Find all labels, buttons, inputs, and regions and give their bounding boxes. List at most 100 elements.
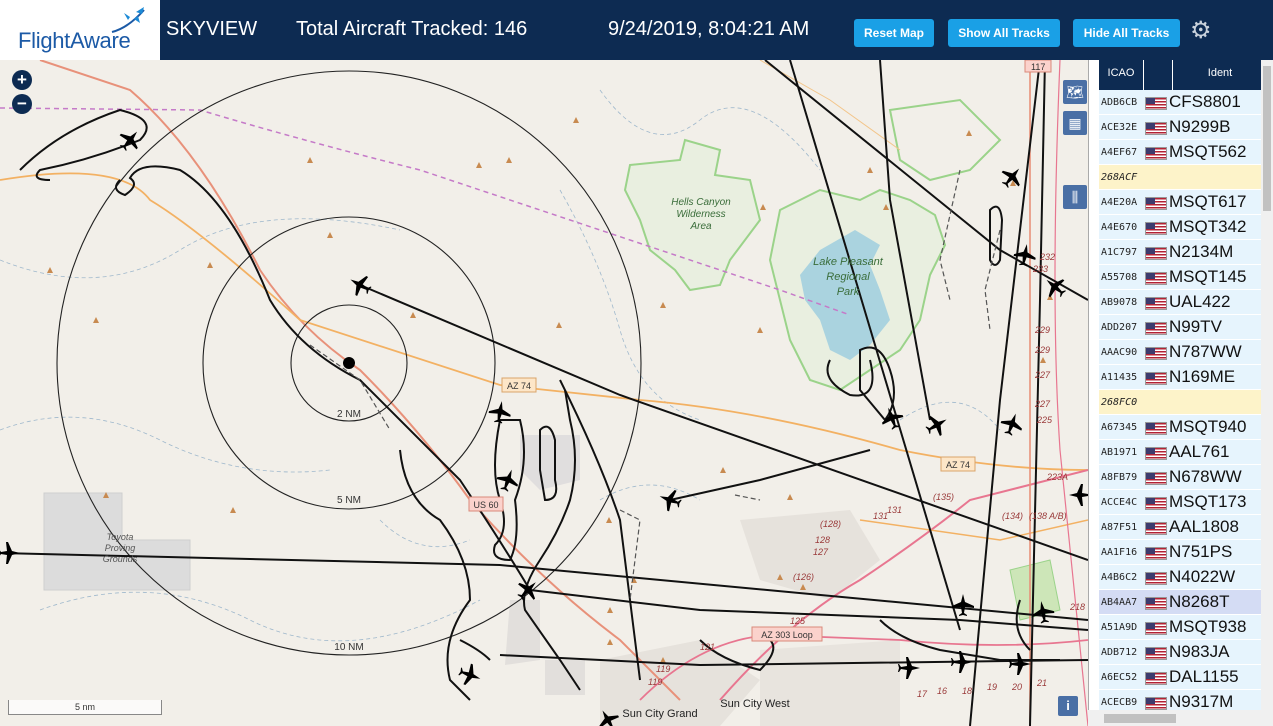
table-row[interactable]: AAAC90 N787WW [1099,340,1267,365]
us-flag-icon [1145,597,1167,610]
us-flag-icon [1145,447,1167,460]
settings-gear-icon[interactable]: ⚙ [1190,16,1212,45]
icao-cell: ADB712 [1101,647,1138,658]
lake-pleasant-label-1: Lake Pleasant [813,256,884,268]
ident-cell: MSQT145 [1169,267,1247,286]
table-row[interactable]: A4B6C2 N4022W [1099,565,1267,590]
table-row[interactable]: AB4AA7 N8268T [1099,590,1267,615]
icao-cell: ADB6CB [1101,97,1138,108]
info-button[interactable]: i [1058,696,1078,716]
exit-label: 227 [1034,399,1051,409]
table-row[interactable]: ADB6CB CFS8801 [1099,90,1267,115]
ident-cell: DAL1155 [1169,667,1239,686]
az74-shield-label-2: AZ 74 [946,460,970,470]
aircraft-table-panel[interactable]: ICAO Ident ADB6CB CFS8801 ACE32E N9299B A4EF… [1088,60,1273,726]
sun-city-west-label: Sun City West [720,698,790,710]
table-row[interactable]: 268FC0 [1099,390,1267,415]
table-header: ICAO Ident [1099,60,1267,90]
map-canvas[interactable]: 2 NM 5 NM 10 NM Hells Canyon Wilderness … [0,60,1088,726]
table-horizontal-scrollbar-thumb[interactable] [1104,714,1176,723]
reset-map-button[interactable]: Reset Map [854,19,934,47]
table-row[interactable]: A11435 N169ME [1099,365,1267,390]
icao-cell: A6EC52 [1101,672,1138,683]
icao-cell: AA1F16 [1101,547,1138,558]
exit-label: 18 [962,686,972,696]
ident-cell: AAL761 [1169,442,1230,461]
us-flag-icon [1145,572,1167,585]
exit-label: (128) [820,519,841,529]
ident-column-header[interactable]: Ident [1173,60,1267,90]
highway-shield-label: 117 [1031,62,1045,72]
us-flag-icon [1145,147,1167,160]
ident-cell: N751PS [1169,542,1233,561]
icao-cell: A51A9D [1101,622,1138,633]
flightaware-logo[interactable]: FlightAware [0,0,160,60]
exit-label: 229 [1034,345,1050,355]
sun-city-grand-label: Sun City Grand [622,708,697,720]
table-row[interactable]: A51A9D MSQT938 [1099,615,1267,640]
icao-cell: ACE32E [1101,122,1138,133]
hide-all-tracks-button[interactable]: Hide All Tracks [1073,19,1180,47]
us-flag-icon [1145,497,1167,510]
zoom-out-button[interactable]: − [12,94,32,114]
ident-cell: N2134M [1169,242,1234,261]
icao-cell: A4E670 [1101,222,1138,233]
us-flag-icon [1145,247,1167,260]
ident-cell: MSQT938 [1169,617,1247,636]
ident-cell: MSQT173 [1169,492,1247,511]
us-flag-icon [1145,222,1167,235]
table-row[interactable]: A87F51 AAL1808 [1099,515,1267,540]
table-row[interactable]: A55708 MSQT145 [1099,265,1267,290]
table-row[interactable]: AB1971 AAL761 [1099,440,1267,465]
ring-label-5nm: 5 NM [337,495,361,506]
exit-label: 227 [1034,370,1051,380]
map-view[interactable]: 2 NM 5 NM 10 NM Hells Canyon Wilderness … [0,60,1088,726]
logo-plane-icon [111,7,145,33]
table-row[interactable]: AA1F16 N751PS [1099,540,1267,565]
map-layer-icon[interactable]: 🗺 [1063,80,1087,104]
table-row[interactable]: A67345 MSQT940 [1099,415,1267,440]
icao-cell: 268ACF [1101,172,1138,183]
exit-label: 17 [917,689,928,699]
exit-label: 128 [815,535,830,545]
icao-cell: AB1971 [1101,447,1138,458]
flag-column-header[interactable] [1144,60,1173,90]
table-row[interactable]: ACCE4C MSQT173 [1099,490,1267,515]
exit-label: 131 [887,505,902,515]
table-row[interactable]: A4E20A MSQT617 [1099,190,1267,215]
table-row[interactable]: A8FB79 N678WW [1099,465,1267,490]
us-flag-icon [1145,372,1167,385]
ident-cell: N169ME [1169,367,1236,386]
aircraft-count: Total Aircraft Tracked: 146 [296,18,528,40]
us-flag-icon [1145,697,1167,710]
table-row[interactable]: A1C797 N2134M [1099,240,1267,265]
icao-column-header[interactable]: ICAO [1099,60,1144,90]
hells-canyon-label-2: Wilderness [676,209,725,220]
table-row[interactable]: A4E670 MSQT342 [1099,215,1267,240]
ring-label-2nm: 2 NM [337,409,361,420]
table-row[interactable]: 268ACF [1099,165,1267,190]
ring-label-10nm: 10 NM [334,642,363,653]
table-row[interactable]: A4EF67 MSQT562 [1099,140,1267,165]
az74-shield-label: AZ 74 [507,381,531,391]
icao-cell: A1C797 [1101,247,1138,258]
us-flag-icon [1145,97,1167,110]
show-all-tracks-button[interactable]: Show All Tracks [948,19,1060,47]
ident-cell: AAL1808 [1169,517,1239,536]
columns-icon[interactable]: ⫼ [1063,185,1087,209]
icao-cell: A67345 [1101,422,1138,433]
zoom-in-button[interactable]: + [12,70,32,90]
us-flag-icon [1145,622,1167,635]
icao-cell: A8FB79 [1101,472,1138,483]
table-vertical-scrollbar-thumb[interactable] [1263,66,1271,211]
table-row[interactable]: ACE32E N9299B [1099,115,1267,140]
toyota-label-2: Proving [105,543,136,553]
table-row[interactable]: A6EC52 DAL1155 [1099,665,1267,690]
ident-cell: N678WW [1169,467,1242,486]
us-flag-icon [1145,672,1167,685]
table-row[interactable]: AB9078 UAL422 [1099,290,1267,315]
table-row[interactable]: ADD207 N99TV [1099,315,1267,340]
table-row[interactable]: ADB712 N983JA [1099,640,1267,665]
ident-cell: N983JA [1169,642,1230,661]
grid-icon[interactable]: ▦ [1063,111,1087,135]
